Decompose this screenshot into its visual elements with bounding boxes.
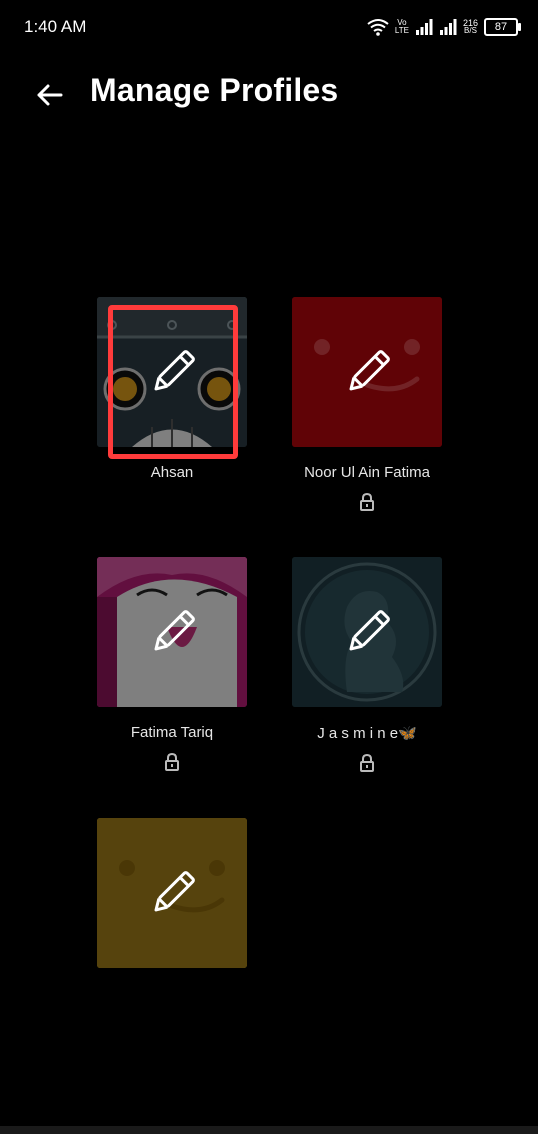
network-speed: 216 B/S — [462, 18, 478, 35]
page-title: Manage Profiles — [90, 72, 339, 108]
status-time: 1:40 AM — [24, 17, 87, 36]
status-icons: Vo LTE 216 B/S 87 — [367, 14, 521, 40]
wifi-icon — [367, 19, 389, 36]
status-bar: 1:40 AM Vo LTE 216 B/S 87 — [0, 0, 538, 56]
highlight-box — [108, 305, 238, 459]
volte-indicator: Vo LTE — [394, 18, 409, 35]
back-button[interactable] — [32, 78, 66, 112]
lock-icon — [165, 753, 179, 771]
yellow-smile-avatar[interactable] — [97, 818, 247, 968]
app-header: Manage Profiles — [0, 58, 538, 126]
navigation-bar — [0, 1126, 538, 1134]
pencil-icon[interactable] — [147, 867, 199, 919]
red-smile-avatar[interactable] — [292, 297, 442, 447]
signal-icon-2 — [439, 19, 457, 35]
lock-icon — [360, 493, 374, 511]
lock-icon — [360, 754, 374, 772]
pencil-icon[interactable] — [342, 346, 394, 398]
profile-jasmine[interactable]: J a s m i n e🦋 — [292, 557, 442, 772]
pink-character-avatar[interactable] — [97, 557, 247, 707]
pencil-icon[interactable] — [342, 606, 394, 658]
cameo-portrait-avatar[interactable] — [292, 557, 442, 707]
battery-indicator: 87 — [484, 18, 521, 36]
profile-noor-ul-ain-fatima[interactable]: Noor Ul Ain Fatima — [292, 297, 442, 511]
back-arrow-icon — [37, 84, 63, 106]
pencil-icon[interactable] — [147, 606, 199, 658]
profile-yellow[interactable] — [97, 818, 247, 985]
profile-fatima-tariq[interactable]: Fatima Tariq — [97, 557, 247, 771]
profile-name: Noor Ul Ain Fatima — [304, 464, 430, 481]
signal-icon — [415, 19, 433, 35]
profile-name: J a s m i n e🦋 — [317, 725, 417, 742]
